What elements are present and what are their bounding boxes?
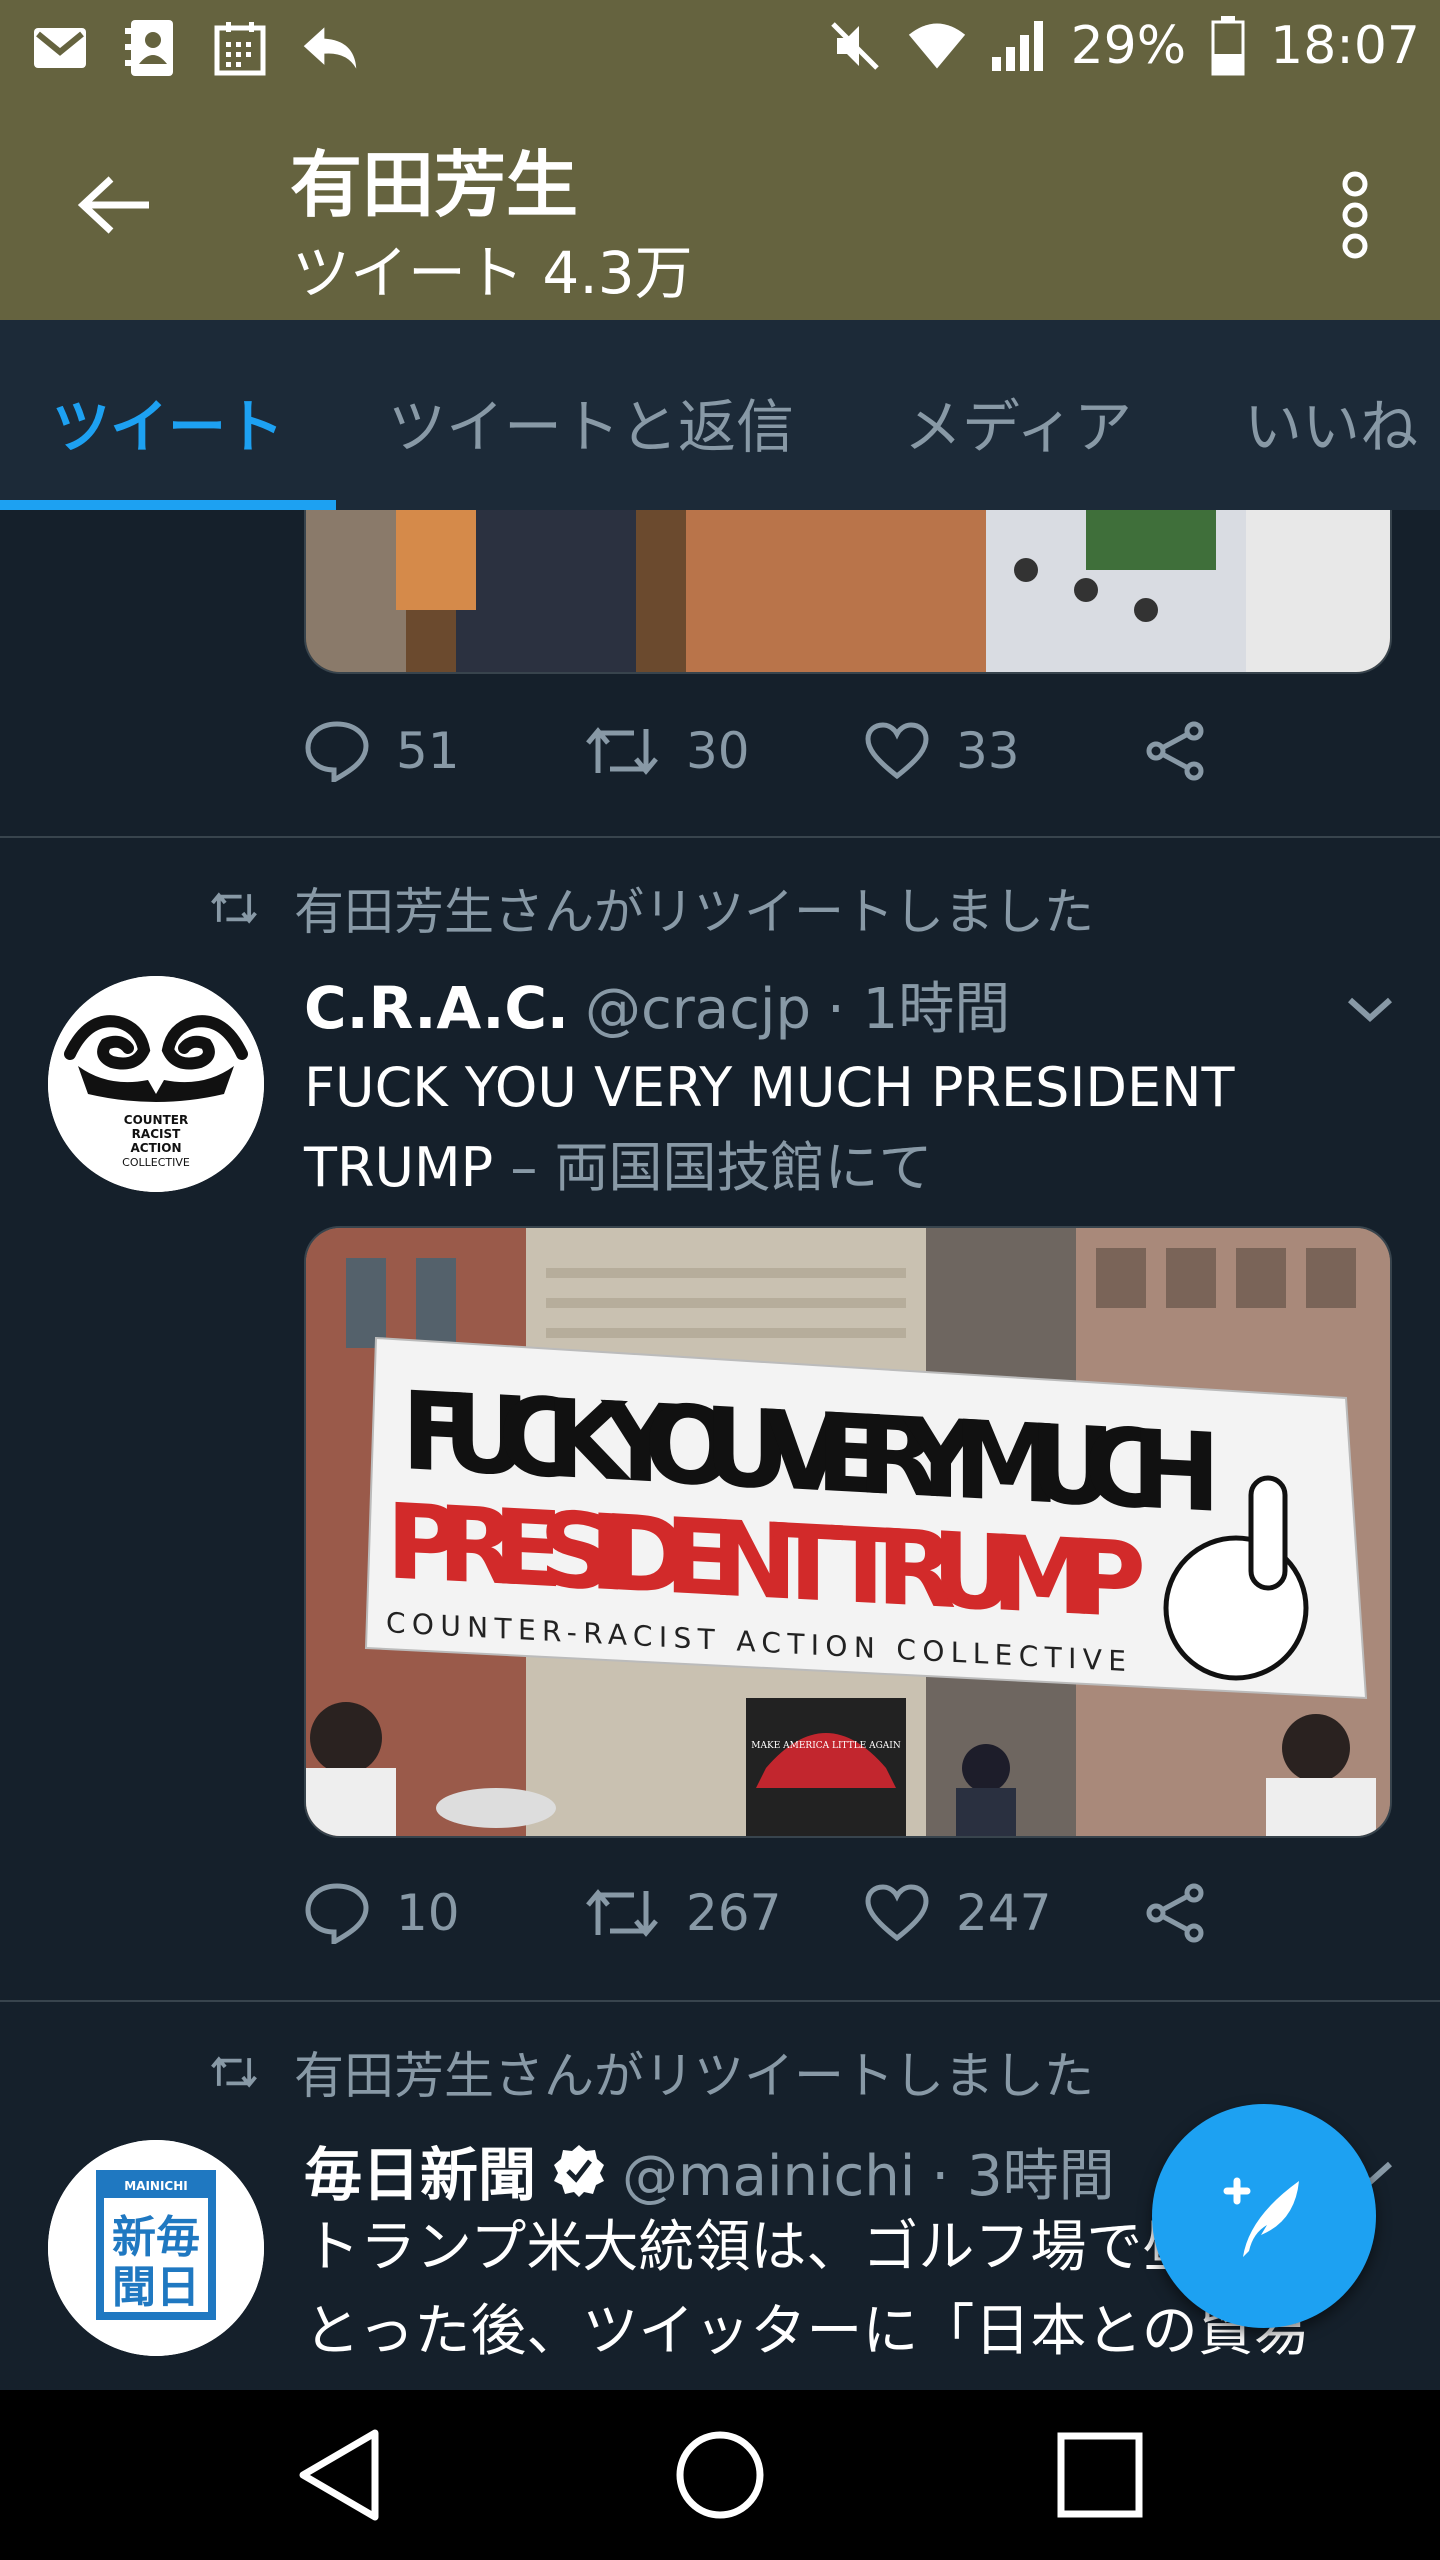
tweet-text-line: TRUMP – 両国国技館にて (304, 1128, 1404, 1208)
tweet-time: · 1時間 (827, 977, 1011, 1042)
retweet-context: 有田芳生さんがリツイートしました (210, 2036, 1094, 2108)
retweet-count: 267 (686, 1884, 782, 1942)
contacts-icon (120, 18, 180, 78)
system-nav-bar (0, 2390, 1440, 2560)
retweet-icon (211, 2056, 257, 2088)
heart-icon (865, 1884, 929, 1942)
retweet-icon (586, 727, 658, 775)
more-options-button[interactable] (1310, 160, 1400, 270)
share-icon (1146, 1883, 1204, 1943)
status-bar: 29% 18:07 (0, 0, 1440, 100)
battery-percent: 29% (1070, 16, 1187, 76)
reply-count: 10 (396, 1884, 460, 1942)
retweet-icon (586, 1889, 658, 1937)
square-recents-icon (1057, 2432, 1143, 2518)
calendar-icon (210, 18, 270, 78)
tweet-actions: 51 30 33 (304, 720, 1424, 782)
mute-icon (825, 16, 885, 76)
more-vertical-icon (1342, 171, 1368, 259)
heart-icon (865, 722, 929, 780)
svg-text:聞日: 聞日 (112, 2262, 200, 2313)
svg-text:ACTION: ACTION (131, 1141, 182, 1155)
tweet-divider (0, 836, 1440, 838)
share-icon (1146, 721, 1204, 781)
like-count: 247 (956, 1884, 1052, 1942)
timeline[interactable]: 51 30 33 有田芳生さんがリツイートしました COUNTER RACIST… (0, 510, 1440, 2390)
tweet-menu-button[interactable] (1340, 990, 1400, 1030)
compose-feather-icon (1223, 2177, 1299, 2257)
like-button[interactable]: 33 (864, 720, 1144, 782)
profile-tabs: ツイート ツイートと返信 メディア いいね (0, 320, 1440, 510)
svg-text:RACIST: RACIST (132, 1127, 181, 1141)
tab-likes[interactable]: いいね (1244, 380, 1418, 464)
tweet-text-line: FUCK YOU VERY MUCH PRESIDENT (304, 1056, 1235, 1119)
app-bar: 有田芳生 ツイート 4.3万 (0, 100, 1440, 320)
arrow-left-icon (77, 176, 149, 234)
hat-text: MAKE AMERICA LITTLE AGAIN (751, 1741, 901, 1751)
tab-tweets-and-replies[interactable]: ツイートと返信 (388, 380, 794, 464)
tweet-text: FUCK YOU VERY MUCH PRESIDENT TRUMP – 両国国… (304, 1048, 1404, 1208)
retweet-context-label: 有田芳生さんがリツイートしました (294, 2047, 1094, 2105)
wifi-icon (907, 16, 967, 76)
author-name[interactable]: 毎日新聞 (304, 2128, 536, 2212)
nav-home-button[interactable] (670, 2425, 770, 2525)
tweet-header: 毎日新聞 @mainichi · 3時間 (304, 2128, 1115, 2212)
clock: 18:07 (1270, 16, 1420, 76)
nav-recents-button[interactable] (1050, 2425, 1150, 2525)
like-button[interactable]: 247 (864, 1882, 1144, 1944)
tab-indicator (0, 500, 336, 510)
retweet-context: 有田芳生さんがリツイートしました (210, 872, 1094, 944)
svg-text:MAINICHI: MAINICHI (124, 2179, 188, 2193)
reply-bubble-icon (305, 721, 369, 782)
reply-button[interactable]: 10 (304, 1882, 584, 1944)
tweet-media-image[interactable] (304, 510, 1392, 674)
svg-text:COLLECTIVE: COLLECTIVE (122, 1156, 190, 1169)
share-button[interactable] (1144, 1882, 1424, 1944)
mail-icon (30, 18, 90, 78)
retweet-count: 30 (686, 722, 750, 780)
tweet-divider (0, 2000, 1440, 2002)
tweet-count: ツイート 4.3万 (292, 239, 693, 307)
retweet-context-label: 有田芳生さんがリツイートしました (294, 883, 1094, 941)
tab-tweets[interactable]: ツイート (52, 380, 284, 464)
mainichi-logo: MAINICHI 新毎 聞日 (48, 2140, 264, 2356)
svg-text:COUNTER: COUNTER (124, 1113, 188, 1127)
reply-icon (300, 18, 360, 78)
tweet-actions: 10 267 247 (304, 1882, 1424, 1944)
battery-icon (1208, 16, 1248, 76)
crac-logo: COUNTER RACIST ACTION COLLECTIVE (48, 976, 264, 1192)
triangle-back-icon (299, 2429, 379, 2521)
tweet-location[interactable]: – 両国国技館にて (510, 1136, 932, 1199)
back-button[interactable] (60, 160, 170, 250)
profile-name: 有田芳生 (290, 143, 579, 227)
protest-photo: FUCK YOU VERY MUCH PRESIDENT TRUMP COUNT… (306, 1228, 1390, 1836)
tab-media[interactable]: メディア (904, 380, 1132, 464)
chevron-down-icon (1347, 997, 1393, 1023)
compose-tweet-button[interactable] (1152, 2104, 1376, 2328)
signal-icon (989, 16, 1049, 76)
like-count: 33 (956, 722, 1020, 780)
reply-button[interactable]: 51 (304, 720, 584, 782)
nav-back-button[interactable] (290, 2425, 390, 2525)
tweet-media-image[interactable]: FUCK YOU VERY MUCH PRESIDENT TRUMP COUNT… (304, 1226, 1392, 1838)
tweet-time: · 3時間 (931, 2144, 1115, 2209)
author-name[interactable]: C.R.A.C. (304, 974, 569, 1042)
circle-home-icon (676, 2431, 764, 2519)
tweet-header: C.R.A.C. @cracjp · 1時間 (304, 964, 1010, 1045)
retweet-icon (211, 892, 257, 924)
verified-badge-icon (554, 2145, 605, 2197)
avatar[interactable]: MAINICHI 新毎 聞日 (48, 2140, 264, 2356)
tweet-text-trump: TRUMP (304, 1136, 494, 1199)
svg-text:新毎: 新毎 (112, 2212, 200, 2263)
reply-bubble-icon (305, 1883, 369, 1944)
author-handle: @cracjp (584, 977, 811, 1042)
retweet-button[interactable]: 30 (584, 720, 864, 782)
author-handle: @mainichi (622, 2144, 916, 2209)
retweet-button[interactable]: 267 (584, 1882, 864, 1944)
reply-count: 51 (396, 722, 460, 780)
share-button[interactable] (1144, 720, 1424, 782)
avatar[interactable]: COUNTER RACIST ACTION COLLECTIVE (48, 976, 264, 1192)
